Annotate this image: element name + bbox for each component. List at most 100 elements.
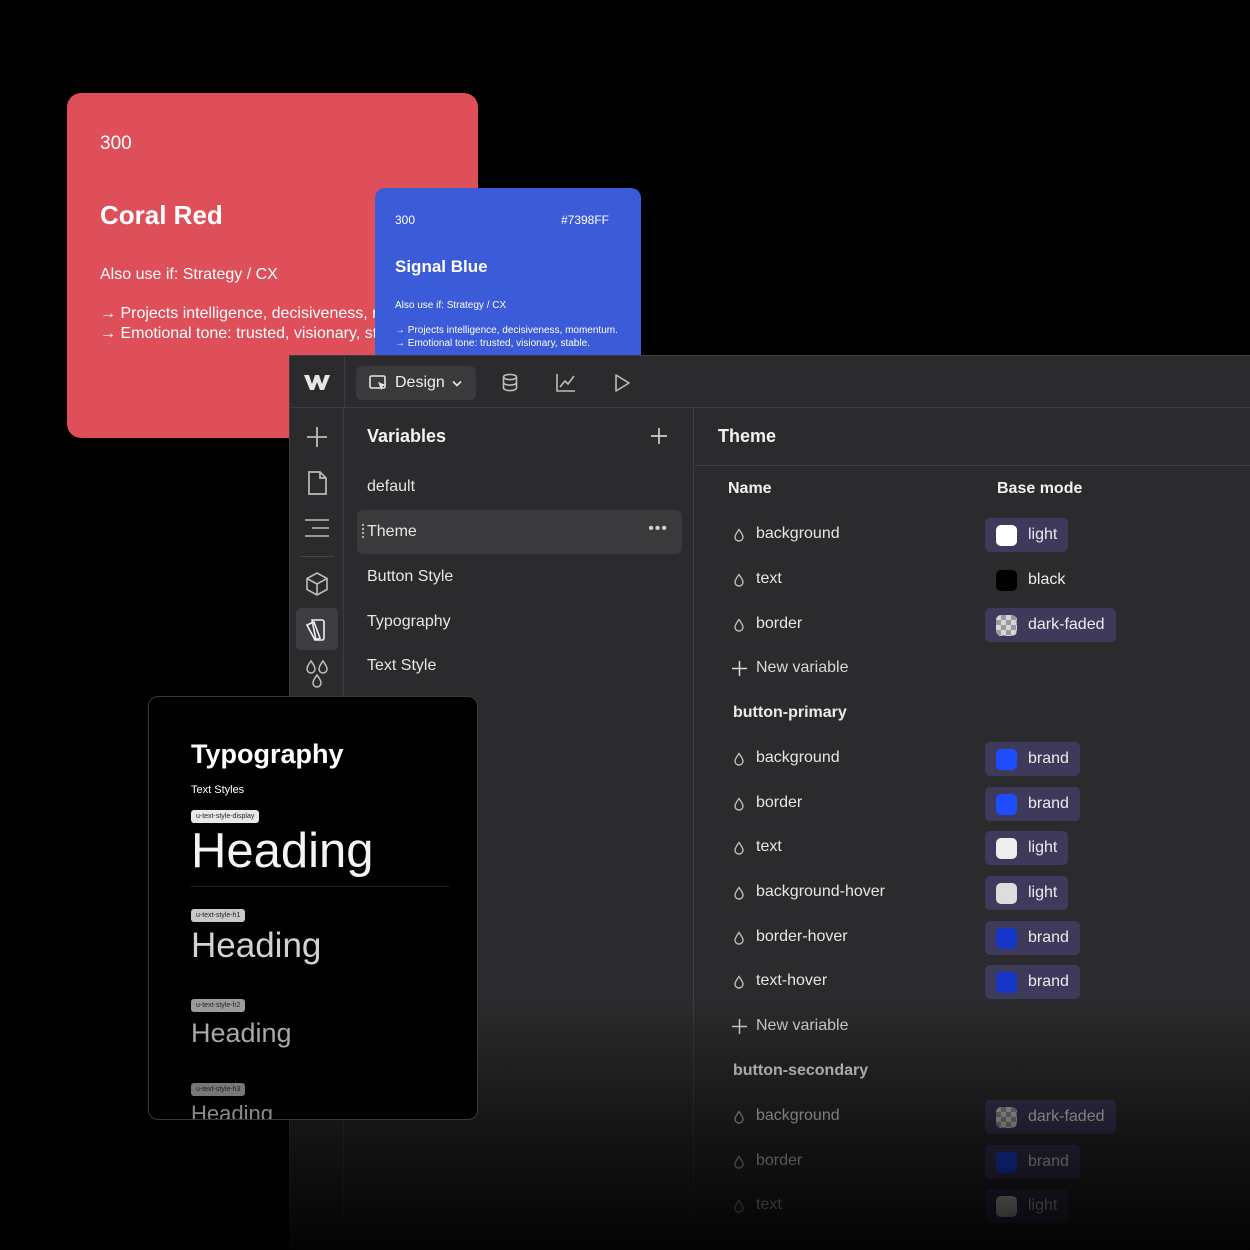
variable-name: background-hover: [756, 883, 885, 900]
color-drop-icon: [734, 975, 744, 989]
variable-name: border: [756, 794, 803, 811]
color-drop-icon: [734, 752, 744, 766]
drag-handle-icon[interactable]: [360, 523, 366, 539]
mode-value-chip[interactable]: light: [985, 1189, 1069, 1223]
color-swatch: [996, 882, 1017, 904]
variable-row[interactable]: background-hover light: [695, 871, 1250, 915]
color-swatch: [996, 927, 1017, 949]
navigator-icon[interactable]: [302, 513, 332, 543]
style-tag: u-text-style-h3: [191, 1083, 246, 1096]
collection-typography[interactable]: Typography: [357, 600, 682, 644]
more-options-icon[interactable]: •••: [648, 520, 668, 538]
top-toolbar: Design: [290, 356, 1250, 408]
toolbar-divider: [344, 356, 345, 408]
variable-row[interactable]: border dark-faded: [695, 603, 1250, 647]
variable-row[interactable]: text light: [695, 826, 1250, 870]
color-swatch: [996, 1151, 1017, 1173]
typography-card: Typography Text Styles u-text-style-disp…: [148, 696, 478, 1120]
color-drop-icon: [734, 841, 744, 855]
components-icon[interactable]: [302, 569, 332, 599]
variable-row[interactable]: border-hover brand: [695, 916, 1250, 960]
mode-value-chip[interactable]: light: [985, 876, 1069, 910]
collection-default[interactable]: default: [357, 465, 682, 509]
variable-row[interactable]: text light: [695, 1184, 1250, 1228]
style-tag: u-text-style-display: [191, 810, 260, 823]
variable-name: border-hover: [756, 928, 848, 945]
collection-label: Typography: [367, 613, 451, 630]
variable-name: text: [756, 1196, 782, 1213]
color-drop-icon: [734, 931, 744, 945]
mode-value-chip[interactable]: brand: [985, 965, 1080, 999]
mode-value: brand: [1028, 750, 1069, 767]
new-variable-button[interactable]: New variable: [731, 659, 848, 677]
group-title: button-primary: [733, 704, 847, 721]
color-drop-icon: [734, 573, 744, 587]
color-drop-icon: [734, 1110, 744, 1124]
collection-theme[interactable]: Theme •••: [357, 510, 682, 554]
heading-h1-sample: Heading: [191, 926, 322, 965]
collection-label: Theme: [367, 523, 417, 540]
collection-button-style[interactable]: Button Style: [357, 555, 682, 599]
collection-label: Text Style: [367, 657, 437, 674]
variable-name: border: [756, 615, 803, 632]
design-mode-dropdown[interactable]: Design: [356, 366, 476, 400]
variable-row[interactable]: background light: [695, 513, 1250, 557]
variable-row[interactable]: border brand: [695, 782, 1250, 826]
mode-value: brand: [1028, 1153, 1069, 1170]
variable-row[interactable]: text-hover brand: [695, 960, 1250, 1004]
variable-row[interactable]: border brand: [695, 1140, 1250, 1184]
hex-code: #7398FF: [560, 213, 609, 227]
color-drop-icon: [734, 528, 744, 542]
variable-row[interactable]: text black: [695, 558, 1250, 602]
mode-value-chip[interactable]: brand: [985, 1145, 1080, 1179]
variable-name: background: [756, 1107, 840, 1124]
add-collection-icon[interactable]: [649, 426, 669, 446]
variable-name: text: [756, 570, 782, 587]
collection-text-style[interactable]: Text Style: [357, 644, 682, 688]
new-variable-button[interactable]: New variable: [731, 1017, 848, 1035]
color-drops-icon[interactable]: [302, 659, 332, 689]
heading-h2-sample: Heading: [191, 1018, 292, 1048]
color-swatch: [996, 748, 1017, 770]
color-drop-icon: [734, 618, 744, 632]
analytics-icon[interactable]: [555, 372, 577, 394]
play-icon[interactable]: [611, 372, 633, 394]
mode-value-chip[interactable]: brand: [985, 742, 1080, 776]
mode-value-chip[interactable]: brand: [985, 787, 1080, 821]
database-icon[interactable]: [499, 372, 521, 394]
color-swatch: [996, 837, 1017, 859]
variables-title: Variables: [367, 426, 447, 446]
column-header-base-mode: Base mode: [997, 480, 1083, 497]
mode-value: light: [1028, 839, 1058, 856]
theme-title: Theme: [718, 426, 777, 446]
column-header-name: Name: [728, 480, 772, 497]
collection-label: Button Style: [367, 568, 454, 585]
add-icon[interactable]: [302, 422, 332, 452]
mode-value-chip[interactable]: dark-faded: [985, 1100, 1116, 1134]
header-divider: [695, 465, 1250, 466]
mode-value-chip[interactable]: dark-faded: [985, 608, 1116, 642]
style-tag: u-text-style-h1: [191, 909, 246, 922]
color-name: Coral Red: [100, 200, 223, 230]
variable-name: border: [756, 1152, 803, 1169]
mode-value-chip[interactable]: black: [985, 563, 1076, 597]
also-use-text: Also use if: Strategy / CX: [100, 266, 278, 283]
mode-value-chip[interactable]: light: [985, 831, 1069, 865]
shade-label: 300: [395, 213, 416, 227]
mode-value-chip[interactable]: light: [985, 518, 1069, 552]
mode-value: black: [1028, 571, 1066, 588]
mode-value-chip[interactable]: brand: [985, 921, 1080, 955]
group-title: button-secondary: [733, 1062, 869, 1079]
webflow-logo[interactable]: [303, 373, 331, 391]
page-icon[interactable]: [302, 468, 332, 498]
color-swatch: [996, 614, 1017, 636]
variable-row[interactable]: background brand: [695, 737, 1250, 781]
color-swatch: [996, 971, 1017, 993]
variable-name: text: [756, 838, 782, 855]
typography-title: Typography: [191, 739, 344, 769]
variable-row[interactable]: background dark-faded: [695, 1095, 1250, 1139]
color-drop-icon: [734, 1155, 744, 1169]
style-tag: u-text-style-h2: [191, 999, 246, 1012]
design-mode-label: Design: [395, 374, 445, 391]
variables-icon[interactable]: [296, 608, 338, 650]
